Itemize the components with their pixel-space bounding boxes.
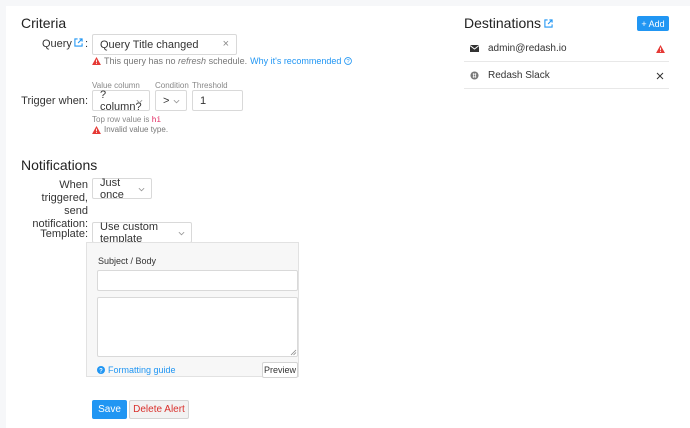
subject-input[interactable]	[97, 270, 298, 291]
notifications-heading: Notifications	[21, 157, 98, 173]
template-label: Template:	[40, 228, 88, 240]
when-triggered-line2: send notification	[32, 205, 88, 230]
query-value: Query Title changed	[100, 38, 199, 51]
envelope-icon	[464, 45, 482, 52]
subject-body-label: Subject / Body	[98, 256, 157, 266]
refresh-warning: This query has no refresh schedule. Why …	[92, 56, 353, 66]
add-destination-button[interactable]: + Add	[637, 16, 669, 31]
chevron-down-icon	[178, 231, 185, 235]
trigger-label-text: Trigger when	[21, 95, 85, 107]
top-row-text: Top row value is	[92, 115, 152, 124]
threshold-value: 1	[200, 94, 207, 107]
delete-alert-button[interactable]: Delete Alert	[129, 400, 189, 419]
top-row-value: Top row value is hi	[92, 115, 161, 124]
destination-row: Redash Slack	[464, 63, 669, 89]
save-button[interactable]: Save	[92, 400, 127, 419]
query-label-row: Query :	[20, 38, 88, 50]
slack-icon	[464, 71, 482, 80]
template-select[interactable]: Use custom template	[92, 220, 192, 245]
body-textarea[interactable]	[97, 297, 298, 357]
destination-name: admin@redash.io	[488, 43, 567, 54]
condition-caption: Condition	[155, 81, 189, 90]
resize-handle-icon[interactable]	[290, 349, 297, 356]
destination-row: admin@redash.io	[464, 36, 669, 62]
svg-text:?: ?	[99, 368, 103, 374]
close-icon[interactable]	[651, 72, 669, 80]
why-recommended-link[interactable]: Why it's recommended	[250, 56, 341, 66]
condition-select[interactable]: >	[155, 90, 187, 111]
external-link-icon[interactable]	[544, 18, 553, 28]
warning-icon	[651, 44, 669, 53]
chevron-down-icon	[136, 99, 143, 103]
condition-value: >	[163, 94, 170, 107]
template-label-text: Template	[40, 228, 85, 240]
preview-button[interactable]: Preview	[262, 362, 298, 378]
template-value: Use custom template	[100, 220, 159, 245]
warning-icon	[92, 125, 101, 134]
formatting-guide-row[interactable]: ? Formatting guide	[97, 365, 176, 375]
when-triggered-line1: When triggered,	[41, 179, 88, 204]
refresh-warning-post: schedule.	[206, 56, 248, 66]
destination-name: Redash Slack	[488, 70, 550, 81]
destinations-heading-row: Destinations	[464, 15, 553, 31]
threshold-caption: Threshold	[192, 81, 228, 90]
query-select[interactable]: Query Title changed ×	[92, 34, 237, 55]
warning-icon	[92, 57, 101, 65]
svg-text:?: ?	[347, 59, 350, 65]
invalid-value-text: Invalid value type.	[104, 125, 169, 134]
top-row-code: hi	[151, 115, 162, 124]
when-triggered-label: When triggered, send notification:	[10, 179, 88, 231]
query-label: Query	[41, 38, 72, 50]
invalid-value-warning: Invalid value type.	[92, 125, 168, 134]
criteria-heading: Criteria	[21, 15, 67, 31]
question-circle-icon[interactable]: ?	[344, 57, 353, 65]
notification-frequency-select[interactable]: Just once	[92, 177, 152, 201]
clear-query-icon[interactable]: ×	[223, 38, 229, 50]
refresh-warning-text: This query has no	[104, 56, 179, 66]
chevron-down-icon	[173, 99, 180, 103]
threshold-input[interactable]: 1	[192, 90, 243, 111]
external-link-icon[interactable]	[74, 38, 83, 50]
refresh-warning-em: refresh	[178, 56, 207, 66]
value-column-select[interactable]: ?column?	[92, 89, 150, 113]
question-circle-icon: ?	[97, 366, 105, 374]
trigger-label: Trigger when:	[21, 95, 88, 107]
query-label-colon: :	[84, 38, 88, 50]
destinations-heading: Destinations	[464, 15, 542, 31]
formatting-guide-link[interactable]: Formatting guide	[108, 365, 176, 375]
chevron-down-icon	[138, 187, 145, 191]
